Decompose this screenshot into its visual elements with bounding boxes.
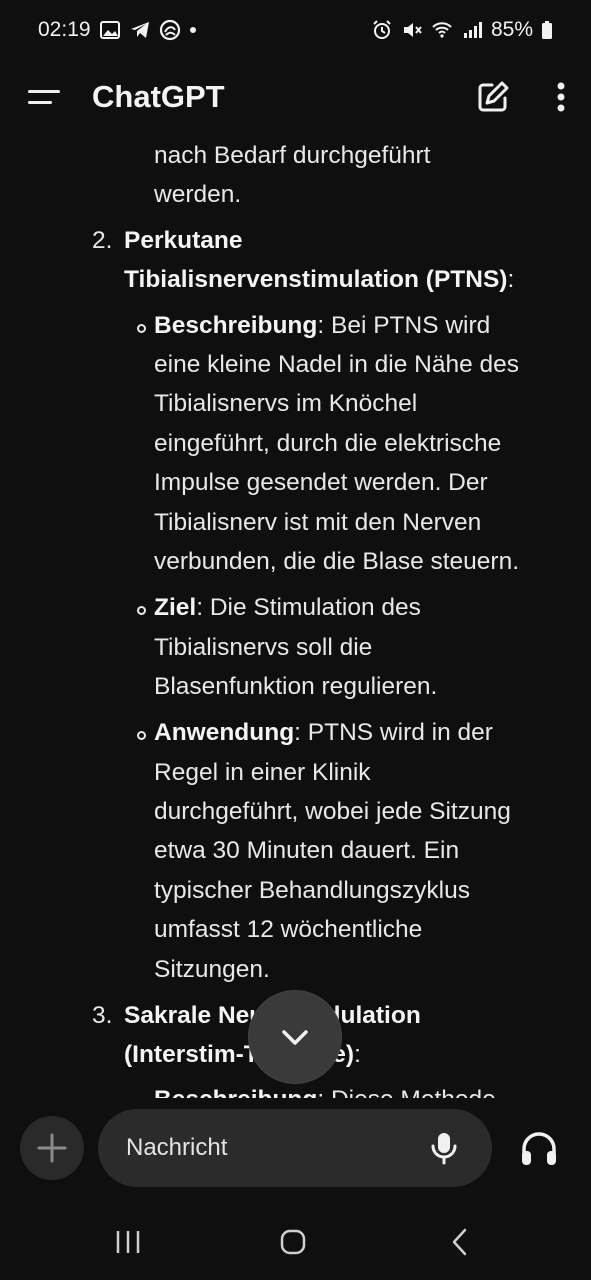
headphones-icon — [522, 1132, 556, 1165]
chat-message: nach Bedarf durchgeführt werden. 2. Perk… — [0, 132, 591, 1098]
attach-button[interactable] — [20, 1116, 84, 1180]
bullet-line: eingeführt, durch die elektrische — [154, 430, 502, 457]
recents-button[interactable] — [108, 1224, 148, 1260]
message-input[interactable]: Nachricht — [98, 1109, 492, 1187]
bullet-text: : Die Stimulation des — [196, 594, 421, 621]
bullet-line: Impulse gesendet werden. Der — [154, 469, 488, 496]
bullet-line: Ziel: Die Stimulation des — [154, 588, 574, 627]
alarm-icon — [373, 20, 391, 39]
bullet-label: Anwendung — [154, 719, 295, 746]
bullet-label: Ziel — [154, 594, 197, 621]
bullet-line: durchgeführt, wobei jede Sitzung — [154, 798, 511, 825]
bullet-line: Blasenfunktion regulieren. — [154, 673, 438, 700]
bullet-icon — [137, 731, 146, 740]
home-icon — [280, 1229, 306, 1255]
bullet-line: umfasst 12 wöchentliche — [154, 916, 423, 943]
battery-icon — [542, 21, 552, 39]
list-heading-suffix: : — [507, 266, 515, 293]
list-number: 3. — [92, 1002, 113, 1029]
bullet-line: typischer Behandlungszyklus — [154, 877, 470, 904]
back-button[interactable] — [440, 1224, 480, 1260]
clock: 02:19 — [38, 18, 91, 41]
bullet-text: : PTNS wird in der — [294, 719, 493, 746]
app-title: ChatGPT — [92, 79, 225, 114]
telegram-icon — [130, 22, 149, 38]
list-heading: Tibialisnervenstimulation (PTNS): — [124, 260, 564, 299]
app-header: ChatGPT — [0, 62, 591, 132]
bullet-line: Anwendung: PTNS wird in der — [154, 713, 574, 752]
list-heading-text: Tibialisnervenstimulation (PTNS) — [124, 266, 508, 293]
voice-mode-button[interactable] — [514, 1124, 564, 1174]
bullet-line: Tibialisnervs soll die — [154, 634, 373, 661]
microphone-icon — [431, 1133, 457, 1165]
system-nav-bar — [0, 1200, 591, 1280]
home-button[interactable] — [273, 1224, 313, 1260]
composer: Nachricht — [0, 1106, 591, 1196]
bullet-line: Tibialisnerv ist mit den Nerven — [154, 509, 482, 536]
bullet-text: : Bei PTNS wird — [317, 312, 491, 339]
bullet-line: verbunden, die die Blase steuern. — [154, 548, 520, 575]
bullet-icon — [137, 606, 146, 615]
dot-icon — [189, 27, 196, 33]
message-intro-line: nach Bedarf durchgeführt — [154, 142, 431, 169]
bullet-label: Beschreibung — [154, 1086, 317, 1098]
message-intro-line: werden. — [154, 181, 242, 208]
list-heading: Sakrale Neuromodulation — [124, 996, 564, 1035]
microphone-button[interactable] — [424, 1128, 464, 1168]
chevron-down-icon — [282, 1030, 308, 1045]
signal-icon — [463, 22, 482, 38]
scroll-down-button[interactable] — [249, 991, 341, 1083]
more-icon[interactable] — [555, 79, 567, 115]
list-heading: (Interstim-Therapie): — [124, 1035, 564, 1074]
recents-icon — [116, 1231, 140, 1253]
new-chat-icon[interactable] — [475, 79, 511, 115]
bullet-line: Beschreibung: Diese Methode — [154, 1080, 574, 1098]
list-heading-text: Perkutane — [124, 227, 243, 254]
app-icon — [159, 19, 180, 41]
mute-icon — [403, 23, 422, 37]
list-heading-suffix: : — [354, 1041, 361, 1068]
bullet-line: etwa 30 Minuten dauert. Ein — [154, 837, 460, 864]
list-heading: Perkutane — [124, 221, 564, 260]
status-bar: 02:19 85% — [0, 0, 591, 60]
bullet-line: eine kleine Nadel in die Nähe des — [154, 351, 520, 378]
status-left: 02:19 — [38, 18, 197, 42]
status-right: 85% — [371, 18, 553, 42]
list-number: 2. — [92, 227, 113, 254]
bullet-label: Beschreibung — [154, 312, 318, 339]
bullet-line: Tibialisnervs im Knöchel — [154, 390, 418, 417]
gallery-icon — [99, 21, 120, 39]
battery-level: 85% — [490, 18, 533, 41]
message-placeholder: Nachricht — [126, 1134, 228, 1161]
bullet-line: Sitzungen. — [154, 956, 270, 983]
plus-icon — [37, 1133, 67, 1163]
bullet-icon — [137, 324, 146, 333]
bullet-line: Beschreibung: Bei PTNS wird — [154, 306, 574, 345]
menu-icon[interactable] — [28, 79, 64, 115]
bullet-text: : Diese Methode — [317, 1086, 495, 1098]
bullet-line: Regel in einer Klinik — [154, 759, 371, 786]
back-icon — [452, 1228, 467, 1256]
wifi-icon — [432, 22, 452, 38]
